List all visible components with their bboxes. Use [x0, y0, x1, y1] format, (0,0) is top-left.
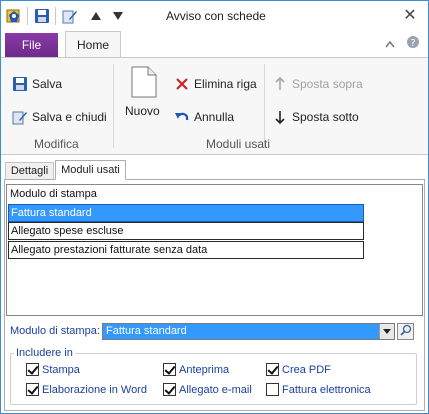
move-up-button[interactable]: Sposta sopra	[271, 75, 363, 93]
checkbox-elaborazione-word[interactable]: Elaborazione in Word	[26, 383, 147, 396]
new-document-icon	[131, 66, 157, 101]
checkbox-allegato-email[interactable]: Allegato e-mail	[163, 383, 252, 396]
tab-dettagli[interactable]: Dettagli	[5, 162, 54, 180]
checkbox-label: Crea PDF	[282, 363, 331, 376]
undo-icon	[173, 108, 191, 126]
save-ribbon-button[interactable]: Salva	[11, 75, 62, 93]
list-item[interactable]: Modulo di stampa	[8, 186, 364, 204]
print-module-select[interactable]: Fattura standard	[102, 323, 395, 340]
checkbox-stampa[interactable]: Stampa	[26, 363, 80, 376]
list-item[interactable]: Fattura standard	[8, 204, 364, 222]
check-icon	[26, 363, 39, 376]
save-close-label: Salva e chiudi	[32, 110, 107, 124]
undo-label: Annulla	[194, 110, 235, 124]
checkbox-label: Allegato e-mail	[179, 383, 252, 396]
include-groupbox	[10, 353, 417, 405]
check-icon	[163, 363, 176, 376]
save-icon	[11, 75, 29, 93]
delete-icon	[173, 75, 191, 93]
checkbox-fattura-elettronica[interactable]: Fattura elettronica	[266, 383, 371, 396]
move-down-label: Sposta sotto	[292, 110, 359, 124]
window-title: Avviso con schede	[166, 9, 266, 23]
checkbox-label: Elaborazione in Word	[42, 383, 147, 396]
move-up-label: Sposta sopra	[292, 77, 363, 91]
modules-list[interactable]: Modulo di stampa Fattura standard Allega…	[6, 184, 423, 316]
check-icon	[26, 383, 39, 396]
collapse-ribbon-icon[interactable]	[385, 37, 395, 51]
move-up-icon	[271, 75, 289, 93]
checkbox-crea-pdf[interactable]: Crea PDF	[266, 363, 331, 376]
check-icon	[266, 363, 279, 376]
new-button[interactable]: Nuovo	[123, 64, 165, 124]
group-label-moduli-usati: Moduli usati	[206, 137, 271, 151]
close-button[interactable]: ✕	[400, 6, 420, 26]
move-down-button[interactable]: Sposta sotto	[271, 108, 359, 126]
save-label: Salva	[32, 77, 63, 91]
home-tab[interactable]: Home	[65, 31, 121, 58]
print-module-value: Fattura standard	[106, 325, 187, 337]
tab-moduli-usati[interactable]: Moduli usati	[55, 160, 126, 180]
new-label: Nuovo	[125, 104, 160, 118]
group-label-modifica: Modifica	[34, 137, 79, 151]
ribbon-tab-row: File Home ?	[1, 31, 428, 58]
list-item[interactable]: Allegato spese escluse	[8, 222, 364, 240]
file-tab[interactable]: File	[5, 33, 58, 57]
save-close-button[interactable]: Salva e chiudi	[11, 108, 107, 126]
delete-row-button[interactable]: Elimina riga	[173, 75, 257, 93]
ribbon-body: Salva Salva e chiudi Modifica Nuovo Elim…	[1, 57, 428, 155]
checkbox-label: Fattura elettronica	[282, 383, 371, 396]
help-icon[interactable]: ?	[406, 35, 420, 52]
save-close-icon	[11, 108, 29, 126]
down-arrow-icon[interactable]	[109, 7, 127, 25]
list-item[interactable]: Allegato prestazioni fatturate senza dat…	[8, 241, 364, 259]
checkbox-label: Anteprima	[179, 363, 230, 376]
search-icon	[399, 324, 412, 339]
checkbox-anteprima[interactable]: Anteprima	[163, 363, 229, 376]
move-down-icon	[271, 108, 289, 126]
include-title: Includere in	[14, 347, 75, 359]
svg-text:?: ?	[410, 38, 415, 49]
up-arrow-icon[interactable]	[87, 7, 105, 25]
print-module-label: Modulo di stampa:	[10, 325, 100, 337]
save-icon[interactable]	[33, 7, 51, 25]
delete-row-label: Elimina riga	[194, 77, 257, 91]
app-window: Avviso con schede ✕ File Home ? Salva Sa…	[0, 0, 429, 414]
checkbox-empty-icon	[266, 383, 279, 396]
lookup-button[interactable]	[397, 323, 414, 340]
chevron-down-icon[interactable]	[379, 324, 394, 339]
app-icon[interactable]	[5, 7, 23, 25]
title-bar: Avviso con schede ✕	[1, 1, 428, 31]
undo-button[interactable]: Annulla	[173, 108, 234, 126]
edit-icon[interactable]	[61, 7, 79, 25]
check-icon	[163, 383, 176, 396]
checkbox-label: Stampa	[42, 363, 80, 376]
